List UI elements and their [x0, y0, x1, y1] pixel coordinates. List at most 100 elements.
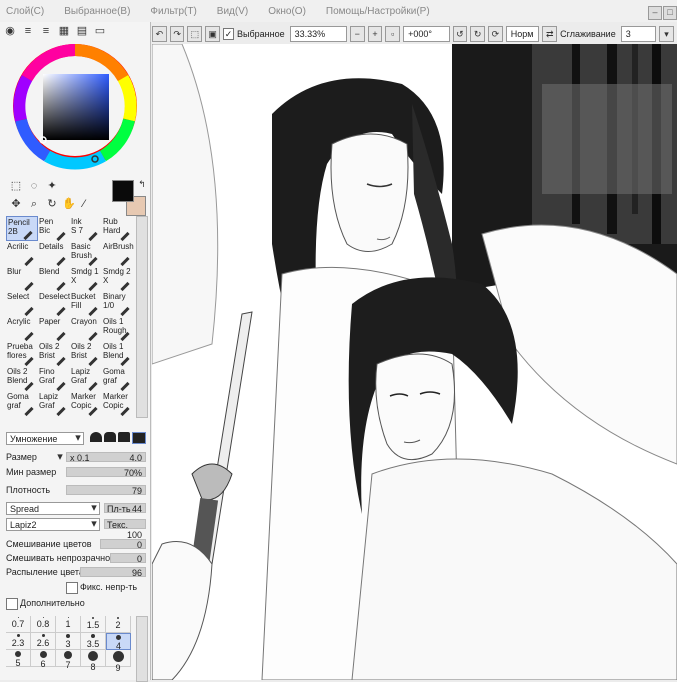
- scratchpad-tab-icon[interactable]: ▭: [94, 25, 106, 37]
- mode-button[interactable]: Норм: [505, 26, 540, 42]
- advanced-checkbox[interactable]: [6, 598, 18, 610]
- move-icon[interactable]: ✥: [10, 198, 22, 210]
- smoothing-dropdown-icon[interactable]: ▾: [659, 26, 674, 42]
- brush-tool[interactable]: Oils 1 Blend: [102, 341, 134, 367]
- brush-tool[interactable]: Bucket Fill: [70, 291, 102, 317]
- brush-tool[interactable]: Fino Graf: [38, 366, 70, 392]
- min-size-slider[interactable]: 70%: [66, 467, 146, 478]
- rotate-left-icon[interactable]: ↺: [452, 26, 468, 42]
- brush-size-option[interactable]: 1.5: [81, 616, 106, 633]
- brush-tool[interactable]: Crayon: [70, 316, 102, 342]
- brush-tool[interactable]: Goma graf: [102, 366, 134, 392]
- brush-tool[interactable]: Blend: [38, 266, 70, 292]
- brush-tool[interactable]: Prueba flores: [6, 341, 38, 367]
- zoom-field[interactable]: 33.33%: [289, 26, 347, 42]
- brush-tool[interactable]: Details: [38, 241, 70, 267]
- brush-tool[interactable]: Pencil 2B: [6, 216, 38, 241]
- brush-size-option[interactable]: 0.8: [31, 616, 56, 633]
- menu-item-1[interactable]: Выбранное(B): [64, 6, 130, 17]
- brush-size-option[interactable]: 1: [56, 616, 81, 633]
- texture-select[interactable]: Lapiz2: [6, 518, 100, 531]
- lasso-icon[interactable]: ◌: [28, 180, 40, 192]
- color-spray-slider[interactable]: 96: [80, 567, 146, 578]
- brush-tool[interactable]: Binary 1/0: [102, 291, 134, 317]
- texture-intensity-slider[interactable]: Текс. 100: [104, 519, 146, 540]
- zoom-icon[interactable]: ⌕: [28, 198, 40, 210]
- size-grid-scrollbar[interactable]: [136, 616, 148, 682]
- zoom-in-icon[interactable]: +: [367, 26, 383, 42]
- flip-icon[interactable]: ⇄: [542, 26, 558, 42]
- brush-shape-medium-icon[interactable]: [104, 432, 116, 442]
- brush-size-option[interactable]: 3.5: [81, 633, 106, 650]
- magic-wand-icon[interactable]: ✦: [46, 180, 58, 192]
- spread-select[interactable]: Spread: [6, 502, 100, 515]
- fix-opacity-checkbox[interactable]: [66, 582, 78, 594]
- brush-size-option[interactable]: 2: [106, 616, 131, 633]
- brush-tool[interactable]: Oils 2 Brist: [70, 341, 102, 367]
- brush-size-option[interactable]: 4: [106, 633, 131, 651]
- brush-size-option[interactable]: 8: [81, 650, 106, 672]
- brush-tool[interactable]: Marker Copic: [102, 391, 134, 417]
- brush-grid-scrollbar[interactable]: [136, 216, 148, 418]
- spread-intensity-slider[interactable]: Пл-ть 44: [104, 503, 146, 514]
- primary-color-swatch[interactable]: [112, 180, 134, 202]
- spread-dropdown-icon[interactable]: ▾: [88, 502, 100, 514]
- brush-tool[interactable]: Acrilic: [6, 241, 38, 267]
- brush-tool[interactable]: Oils 2 Brist: [38, 341, 70, 367]
- brush-tool[interactable]: AirBrush: [102, 241, 134, 267]
- brush-size-option[interactable]: 2.6: [31, 633, 56, 650]
- brush-tool[interactable]: Ink S 7: [70, 216, 102, 242]
- redo-icon[interactable]: ↷: [169, 26, 185, 42]
- rotation-field[interactable]: +000°: [403, 26, 450, 42]
- texture-dropdown-icon[interactable]: ▾: [88, 518, 100, 530]
- brush-tool[interactable]: Rub Hard: [102, 216, 134, 242]
- rgb-slider-tab-icon[interactable]: ≡: [22, 25, 34, 37]
- brush-tool[interactable]: Pen Bic: [38, 216, 70, 242]
- brush-size-option[interactable]: 6: [31, 650, 56, 669]
- size-slider[interactable]: x 0.1 4.0: [66, 452, 146, 463]
- opacity-mix-slider[interactable]: 0: [110, 553, 146, 564]
- menu-item-3[interactable]: Вид(V): [217, 6, 248, 17]
- smoothing-select[interactable]: 3: [620, 26, 657, 42]
- size-multiplier-dropdown-icon[interactable]: ▾: [54, 451, 66, 463]
- deselect-icon[interactable]: ⬚: [187, 26, 203, 42]
- brush-shape-square-icon[interactable]: [132, 432, 146, 444]
- zoom-reset-icon[interactable]: ▫: [385, 26, 401, 42]
- brush-tool[interactable]: Oils 1 Rough: [102, 316, 134, 342]
- density-slider[interactable]: 79: [66, 485, 146, 496]
- brush-tool[interactable]: Lapiz Graf: [70, 366, 102, 392]
- swap-colors-icon[interactable]: ↰: [136, 178, 148, 190]
- drawing-canvas[interactable]: [152, 44, 677, 680]
- brush-size-option[interactable]: 9: [106, 650, 131, 673]
- brush-size-option[interactable]: 3: [56, 633, 81, 650]
- hsv-slider-tab-icon[interactable]: ≡: [40, 25, 52, 37]
- brush-tool[interactable]: Blur: [6, 266, 38, 292]
- brush-size-option[interactable]: 0.7: [6, 616, 31, 633]
- brush-shape-soft-icon[interactable]: [90, 432, 102, 442]
- menu-item-2[interactable]: Фильтр(T): [150, 6, 196, 17]
- brush-size-option[interactable]: 2.3: [6, 633, 31, 650]
- brush-shape-hard-icon[interactable]: [118, 432, 130, 442]
- rotate-reset-icon[interactable]: ⟳: [488, 26, 503, 42]
- brush-tool[interactable]: Smdg 2 X: [102, 266, 134, 292]
- menu-item-0[interactable]: Слой(C): [6, 6, 44, 17]
- blend-dropdown-icon[interactable]: ▾: [72, 432, 84, 444]
- brush-tool[interactable]: Acrylic: [6, 316, 38, 342]
- menu-item-4[interactable]: Окно(O): [268, 6, 306, 17]
- brush-tool[interactable]: Basic Brush: [70, 241, 102, 267]
- minimize-button[interactable]: –: [648, 6, 662, 20]
- mixer-tab-icon[interactable]: ▤: [76, 25, 88, 37]
- brush-tool[interactable]: Paper: [38, 316, 70, 342]
- eyedropper-icon[interactable]: ⁄: [78, 198, 90, 210]
- selection-visible-checkbox[interactable]: ✓: [222, 28, 235, 40]
- hand-icon[interactable]: ✋: [62, 198, 76, 210]
- color-wheel[interactable]: [5, 42, 145, 172]
- swatches-tab-icon[interactable]: ▦: [58, 25, 70, 37]
- maximize-button[interactable]: □: [663, 6, 677, 20]
- menu-item-5[interactable]: Помощь/Настройки(P): [326, 6, 430, 17]
- brush-tool[interactable]: Select: [6, 291, 38, 317]
- brush-tool[interactable]: Goma graf: [6, 391, 38, 417]
- brush-tool[interactable]: Smdg 1 X: [70, 266, 102, 292]
- brush-size-option[interactable]: 5: [6, 650, 31, 668]
- rect-select-icon[interactable]: ⬚: [10, 180, 22, 192]
